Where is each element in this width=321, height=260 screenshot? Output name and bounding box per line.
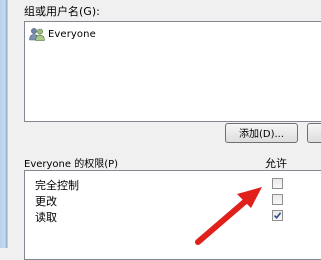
permission-row-full-control: 完全控制 — [35, 176, 305, 192]
allow-full-control-checkbox[interactable] — [272, 178, 283, 189]
users-icon — [29, 28, 45, 41]
allow-modify-checkbox[interactable] — [272, 194, 283, 205]
allow-read-checkbox[interactable] — [272, 210, 283, 221]
remove-button[interactable] — [307, 123, 321, 143]
permission-name: 更改 — [35, 195, 57, 208]
group-or-user-list[interactable]: Everyone — [24, 21, 321, 122]
list-item-label: Everyone — [48, 28, 96, 40]
window-frame-edge — [0, 0, 8, 248]
permission-name: 完全控制 — [35, 179, 79, 192]
permissions-label: Everyone 的权限(P) — [24, 159, 119, 170]
add-button[interactable]: 添加(D)... — [225, 123, 298, 143]
permission-name: 读取 — [35, 211, 57, 224]
permissions-list: 完全控制 更改 读取 — [24, 170, 321, 260]
permission-row-read: 读取 — [35, 208, 305, 224]
allow-column-header: 允许 — [265, 157, 287, 170]
permission-row-modify: 更改 — [35, 192, 305, 208]
group-or-user-names-label: 组或用户名(G): — [24, 5, 100, 18]
list-item[interactable]: Everyone — [29, 26, 96, 42]
checkmark-icon — [273, 212, 282, 220]
